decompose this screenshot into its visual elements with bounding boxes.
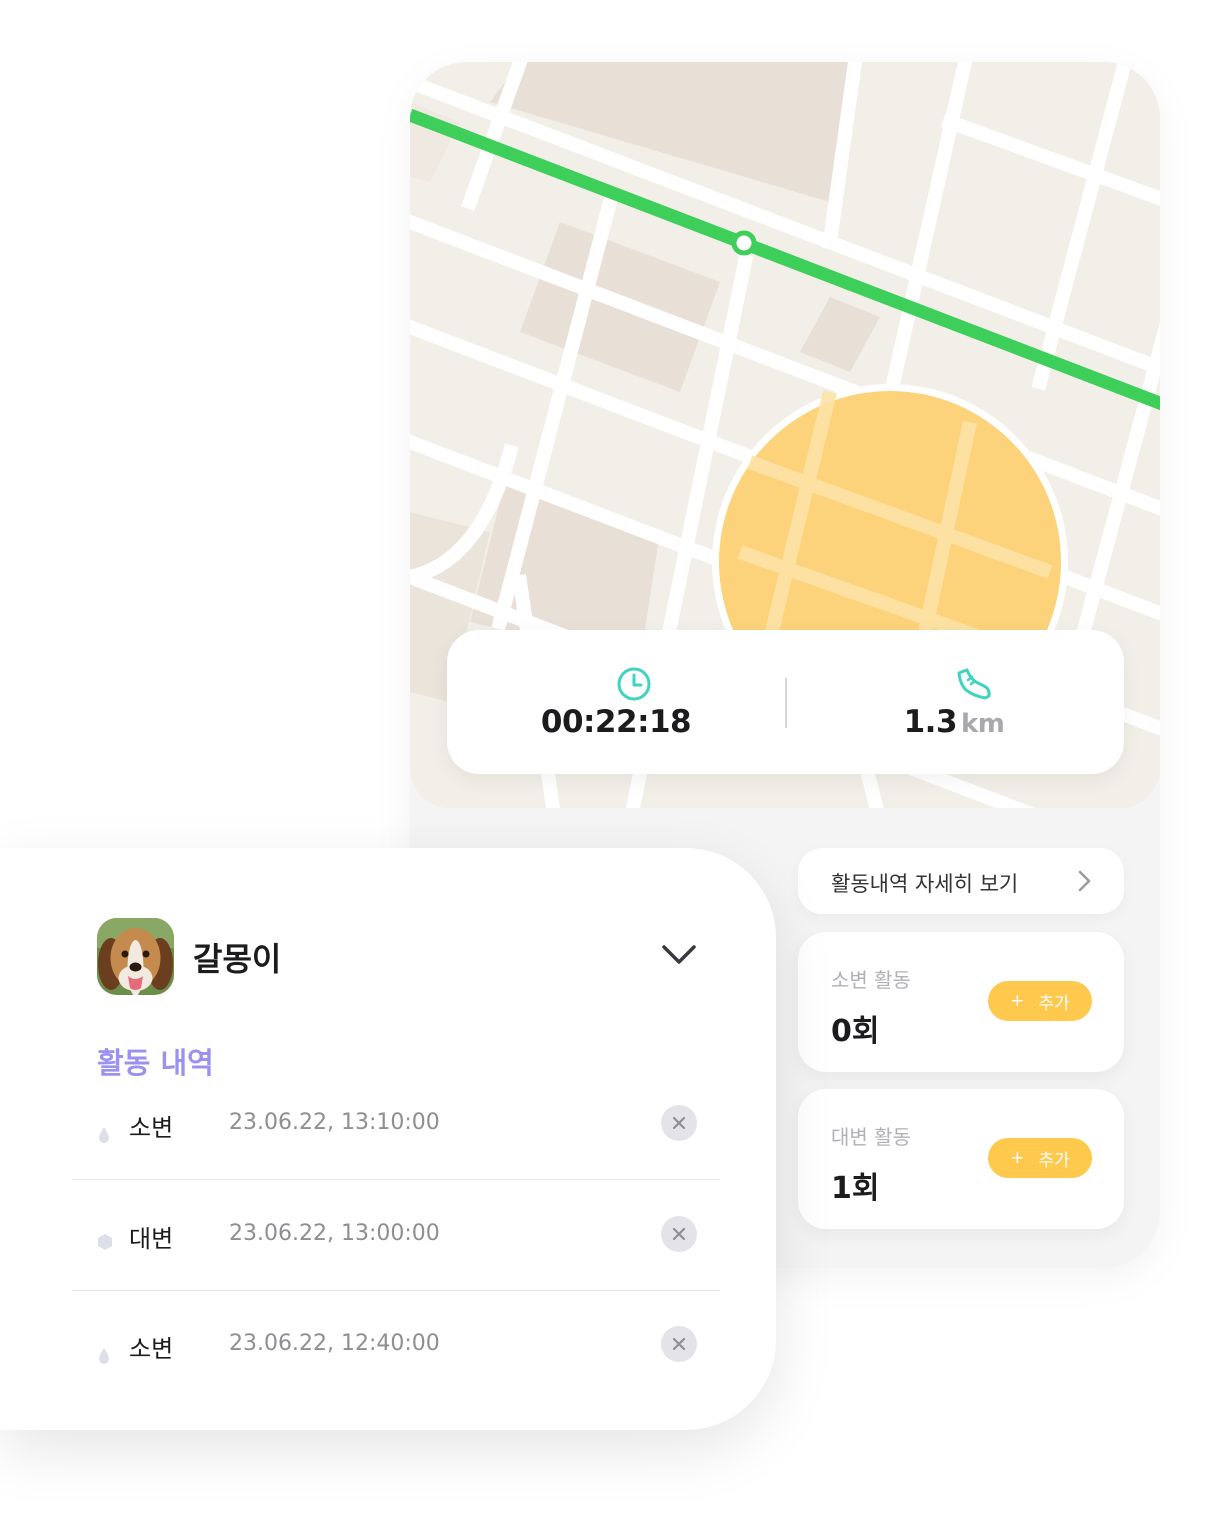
add-urine-label: 추가 bbox=[1038, 993, 1070, 1014]
hexagon-icon bbox=[96, 1233, 114, 1255]
delete-button[interactable] bbox=[661, 1216, 697, 1252]
plus-icon: + bbox=[1010, 991, 1025, 1011]
add-urine-button[interactable]: + 추가 bbox=[988, 981, 1092, 1021]
walk-stats-card: 00:22:18 1.3 km bbox=[447, 630, 1124, 774]
delete-button[interactable] bbox=[661, 1105, 697, 1141]
activity-time: 23.06.22, 12:40:00 bbox=[229, 1331, 440, 1356]
view-activity-detail-label: 활동내역 자세히 보기 bbox=[831, 872, 1019, 896]
feces-activity-count: 1회 bbox=[831, 1171, 880, 1206]
urine-activity-card: 소변 활동 0회 + 추가 bbox=[798, 932, 1124, 1072]
add-feces-label: 추가 bbox=[1038, 1150, 1070, 1171]
distance-unit: km bbox=[961, 709, 1005, 739]
row-divider bbox=[72, 1290, 720, 1291]
close-icon bbox=[672, 1227, 686, 1241]
urine-activity-count: 0회 bbox=[831, 1014, 880, 1049]
activity-type: 소변 bbox=[129, 1335, 174, 1363]
row-divider bbox=[72, 1179, 720, 1180]
drop-icon bbox=[98, 1347, 110, 1369]
activity-type: 소변 bbox=[129, 1114, 174, 1142]
list-item: 소변 23.06.22, 12:40:00 bbox=[72, 1316, 720, 1426]
plus-icon: + bbox=[1010, 1148, 1025, 1168]
activity-history-title: 활동 내역 bbox=[97, 1046, 214, 1080]
add-feces-button[interactable]: + 추가 bbox=[988, 1138, 1092, 1178]
activity-time: 23.06.22, 13:10:00 bbox=[229, 1110, 440, 1135]
activity-history-panel: 갈몽이 활동 내역 소변 23.06.22, 13:10:00 대변 23.06… bbox=[0, 848, 776, 1430]
activity-type: 대변 bbox=[129, 1225, 174, 1253]
drop-icon bbox=[98, 1126, 110, 1148]
elapsed-time-stat: 00:22:18 bbox=[447, 630, 785, 774]
close-icon bbox=[672, 1337, 686, 1351]
view-activity-detail-button[interactable]: 활동내역 자세히 보기 bbox=[798, 848, 1124, 914]
list-item: 소변 23.06.22, 13:10:00 bbox=[72, 1095, 720, 1205]
chevron-down-icon[interactable] bbox=[660, 943, 698, 971]
pet-name: 갈몽이 bbox=[193, 940, 282, 978]
distance-stat: 1.3 km bbox=[785, 630, 1123, 774]
urine-activity-title: 소변 활동 bbox=[831, 968, 911, 992]
distance-number: 1.3 bbox=[903, 704, 958, 740]
feces-activity-title: 대변 활동 bbox=[831, 1125, 911, 1149]
feces-activity-card: 대변 활동 1회 + 추가 bbox=[798, 1089, 1124, 1229]
delete-button[interactable] bbox=[661, 1326, 697, 1362]
distance-value: 1.3 km bbox=[785, 704, 1123, 740]
list-item: 대변 23.06.22, 13:00:00 bbox=[72, 1206, 720, 1316]
close-icon bbox=[672, 1116, 686, 1130]
elapsed-time-value: 00:22:18 bbox=[540, 704, 692, 740]
activity-time: 23.06.22, 13:00:00 bbox=[229, 1221, 440, 1246]
walk-map[interactable]: 00:22:18 1.3 km bbox=[410, 62, 1160, 808]
chevron-right-icon bbox=[1076, 870, 1094, 896]
avatar[interactable] bbox=[97, 918, 174, 995]
